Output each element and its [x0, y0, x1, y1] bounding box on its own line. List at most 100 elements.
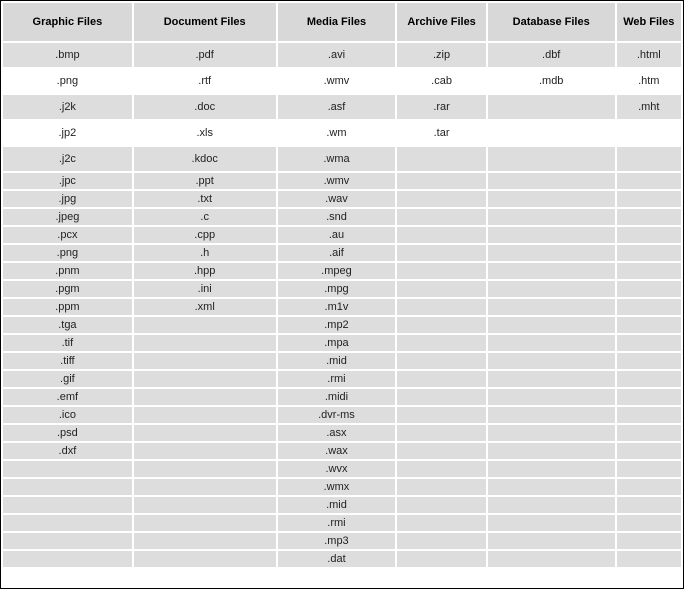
cell-database [488, 407, 615, 423]
cell-archive [397, 173, 486, 189]
cell-web [617, 173, 681, 189]
cell-media: .asx [278, 425, 396, 441]
cell-document: .xls [134, 121, 276, 145]
cell-media: .mp2 [278, 317, 396, 333]
cell-document [134, 515, 276, 531]
cell-web [617, 425, 681, 441]
cell-graphic: .pcx [3, 227, 132, 243]
cell-media: .avi [278, 43, 396, 67]
cell-archive [397, 443, 486, 459]
cell-archive [397, 551, 486, 567]
cell-archive: .cab [397, 69, 486, 93]
cell-document: .ppt [134, 173, 276, 189]
cell-document: .kdoc [134, 147, 276, 171]
cell-graphic: .dxf [3, 443, 132, 459]
cell-database [488, 515, 615, 531]
cell-database [488, 191, 615, 207]
cell-database [488, 371, 615, 387]
cell-archive [397, 335, 486, 351]
cell-graphic: .pgm [3, 281, 132, 297]
cell-document [134, 425, 276, 441]
cell-media: .wav [278, 191, 396, 207]
cell-database [488, 533, 615, 549]
cell-database [488, 317, 615, 333]
cell-web [617, 263, 681, 279]
cell-database [488, 353, 615, 369]
cell-document [134, 317, 276, 333]
cell-archive [397, 191, 486, 207]
cell-graphic: .emf [3, 389, 132, 405]
cell-graphic [3, 497, 132, 513]
cell-web [617, 335, 681, 351]
cell-web [617, 407, 681, 423]
cell-database [488, 425, 615, 441]
cell-graphic: .ppm [3, 299, 132, 315]
cell-web [617, 281, 681, 297]
cell-graphic [3, 533, 132, 549]
cell-archive [397, 533, 486, 549]
cell-document: .xml [134, 299, 276, 315]
cell-document: .h [134, 245, 276, 261]
cell-media: .mpg [278, 281, 396, 297]
cell-database [488, 335, 615, 351]
cell-media: .snd [278, 209, 396, 225]
cell-graphic: .pnm [3, 263, 132, 279]
cell-media: .mp3 [278, 533, 396, 549]
cell-web [617, 353, 681, 369]
cell-archive [397, 353, 486, 369]
cell-database: .mdb [488, 69, 615, 93]
cell-database [488, 95, 615, 119]
cell-graphic: .gif [3, 371, 132, 387]
cell-web [617, 209, 681, 225]
cell-web [617, 317, 681, 333]
cell-archive [397, 245, 486, 261]
cell-media: .aif [278, 245, 396, 261]
cell-archive [397, 515, 486, 531]
cell-graphic [3, 515, 132, 531]
cell-web [617, 479, 681, 495]
cell-graphic: .psd [3, 425, 132, 441]
cell-archive: .rar [397, 95, 486, 119]
cell-media: .wvx [278, 461, 396, 477]
cell-document: .doc [134, 95, 276, 119]
cell-media: .wmx [278, 479, 396, 495]
cell-web [617, 461, 681, 477]
cell-document [134, 407, 276, 423]
cell-graphic: .bmp [3, 43, 132, 67]
cell-web [617, 443, 681, 459]
cell-database [488, 147, 615, 171]
cell-graphic [3, 551, 132, 567]
cell-database [488, 443, 615, 459]
col-header-5: Web Files [617, 3, 681, 41]
cell-document [134, 461, 276, 477]
cell-graphic: .jpc [3, 173, 132, 189]
cell-media: .mid [278, 353, 396, 369]
cell-web [617, 389, 681, 405]
col-header-0: Graphic Files [3, 3, 132, 41]
cell-database [488, 461, 615, 477]
cell-document: .c [134, 209, 276, 225]
cell-archive [397, 281, 486, 297]
cell-document: .rtf [134, 69, 276, 93]
cell-document: .pdf [134, 43, 276, 67]
cell-database [488, 479, 615, 495]
cell-archive [397, 479, 486, 495]
cell-graphic: .tga [3, 317, 132, 333]
cell-web [617, 371, 681, 387]
cell-archive [397, 407, 486, 423]
cell-graphic: .ico [3, 407, 132, 423]
cell-media: .mpeg [278, 263, 396, 279]
cell-document [134, 371, 276, 387]
cell-web [617, 245, 681, 261]
cell-archive: .tar [397, 121, 486, 145]
cell-media: .au [278, 227, 396, 243]
col-header-2: Media Files [278, 3, 396, 41]
cell-graphic: .tiff [3, 353, 132, 369]
cell-archive: .zip [397, 43, 486, 67]
cell-archive [397, 461, 486, 477]
cell-graphic: .png [3, 245, 132, 261]
cell-web [617, 497, 681, 513]
cell-database [488, 299, 615, 315]
cell-web [617, 551, 681, 567]
cell-web [617, 191, 681, 207]
